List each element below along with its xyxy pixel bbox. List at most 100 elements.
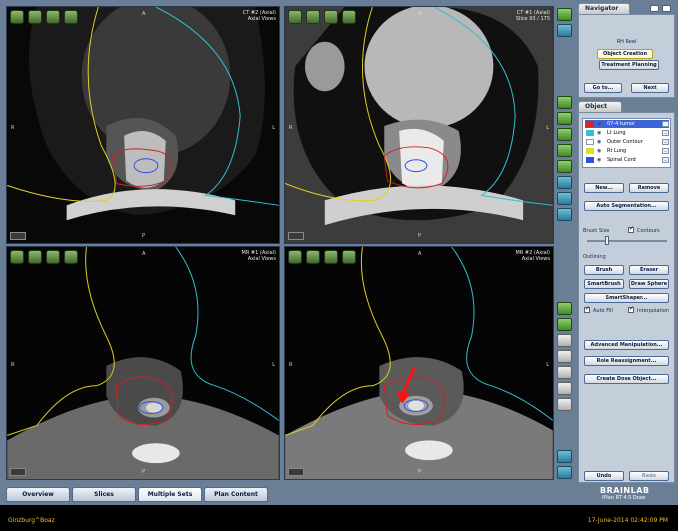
navigator-panel: RH Reel Object Creation Treatment Planni… — [578, 14, 675, 98]
auto-fill-label: Auto Fill — [593, 308, 613, 314]
orientation-anterior: A — [142, 11, 146, 17]
object-item[interactable]: ◉ Rt Lung … — [585, 147, 669, 155]
object-item[interactable]: ◉ Outer Contour … — [585, 138, 669, 146]
object-tab[interactable]: Object — [578, 101, 622, 112]
auto-fill-checkbox[interactable] — [584, 305, 590, 313]
window-level-icon[interactable] — [342, 10, 356, 24]
more-icon[interactable]: … — [662, 139, 669, 145]
zoom-in-icon[interactable] — [557, 192, 572, 205]
viewer-badge-icon[interactable] — [288, 232, 304, 240]
zoom-icon[interactable] — [288, 10, 302, 24]
layers-icon[interactable] — [28, 10, 42, 24]
create-dose-object-button[interactable]: Create Dose Object... — [584, 374, 669, 384]
rotate-contour-icon[interactable] — [557, 144, 572, 157]
zoom-icon[interactable] — [10, 10, 24, 24]
ruler-icon[interactable] — [557, 350, 572, 363]
measure-icon[interactable] — [557, 318, 572, 331]
smartshaper-button[interactable]: SmartShaper... — [584, 293, 669, 303]
screenshot-icon[interactable] — [557, 450, 572, 463]
copy-contour-icon[interactable] — [557, 96, 572, 109]
tab-plan-content[interactable]: Plan Content — [204, 487, 268, 502]
move-contour-icon[interactable] — [557, 128, 572, 141]
advanced-manipulation-button[interactable]: Advanced Manipulation... — [584, 340, 669, 350]
navigator-tab[interactable]: Navigator — [578, 3, 630, 14]
new-object-button[interactable]: New... — [584, 183, 624, 193]
interpolation-checkbox[interactable] — [628, 305, 634, 313]
viewer-badge-icon[interactable] — [288, 468, 304, 476]
histogram-icon[interactable] — [324, 250, 338, 264]
next-button[interactable]: Next — [631, 83, 669, 93]
tab-slices[interactable]: Slices — [72, 487, 136, 502]
interpolation-label: Interpolation — [637, 308, 669, 314]
histogram-icon[interactable] — [46, 10, 60, 24]
contours-checkbox[interactable] — [628, 225, 634, 233]
more-icon[interactable]: … — [662, 157, 669, 163]
hand-icon[interactable] — [557, 176, 572, 189]
treatment-planning-step[interactable]: Treatment Planning — [599, 60, 659, 70]
print-icon[interactable] — [557, 466, 572, 479]
eye-icon[interactable]: ◉ — [597, 129, 601, 137]
window-level-icon[interactable] — [64, 10, 78, 24]
smartbrush-button[interactable]: SmartBrush — [584, 279, 624, 289]
orientation-posterior: P — [418, 469, 422, 475]
more-icon[interactable]: … — [662, 130, 669, 136]
orientation-anterior: A — [142, 251, 146, 257]
tab-multiple-sets[interactable]: Multiple Sets — [138, 487, 202, 502]
annotation-icon[interactable] — [557, 334, 572, 347]
object-item[interactable]: ◉ Lt Lung … — [585, 129, 669, 137]
histogram-icon[interactable] — [46, 250, 60, 264]
eraser-button[interactable]: Eraser — [629, 265, 669, 275]
object-creation-step[interactable]: Object Creation — [597, 49, 653, 59]
settings-icon[interactable] — [662, 5, 671, 12]
draw-sphere-button[interactable]: Draw Sphere — [629, 279, 669, 289]
layout-icon[interactable] — [557, 8, 572, 21]
auto-segmentation-button[interactable]: Auto Segmentation... — [584, 201, 669, 211]
object-name: Outer Contour — [607, 139, 643, 145]
ct-axial-viewer-1[interactable]: CT #2 (Axial) Axial Views A R L P — [6, 6, 280, 244]
minimize-icon[interactable] — [650, 5, 659, 12]
zoom-icon[interactable] — [557, 398, 572, 411]
mirror-contour-icon[interactable] — [557, 160, 572, 173]
layers-icon[interactable] — [306, 250, 320, 264]
viewer-view-label: Axial Views — [247, 16, 276, 22]
paste-contour-icon[interactable] — [557, 112, 572, 125]
ct-axial-viewer-2[interactable]: CT #1 (Axial) Slice 93 / 175 A R L P — [284, 6, 554, 244]
viewer-toolbar — [10, 250, 78, 264]
viewer-badge-icon[interactable] — [10, 232, 26, 240]
viewer-badge-icon[interactable] — [10, 468, 26, 476]
undo-button[interactable]: Undo — [584, 471, 624, 481]
profile-icon[interactable] — [557, 382, 572, 395]
remove-object-button[interactable]: Remove — [629, 183, 669, 193]
object-item[interactable]: ◉ 07-4 tumor … — [585, 120, 669, 128]
mr-axial-viewer-2[interactable]: MR #2 (Axial) Axial Views A R L P — [284, 246, 554, 480]
brush-size-slider-handle[interactable] — [605, 236, 609, 245]
brush-button[interactable]: Brush — [584, 265, 624, 275]
settings-icon[interactable] — [557, 24, 572, 37]
window-level-icon[interactable] — [64, 250, 78, 264]
more-icon[interactable]: … — [662, 121, 669, 127]
tab-overview[interactable]: Overview — [6, 487, 70, 502]
layers-icon[interactable] — [28, 250, 42, 264]
eye-icon[interactable]: ◉ — [597, 138, 601, 146]
object-item[interactable]: ◉ Spinal Cord … — [585, 156, 669, 164]
application-window: CT #2 (Axial) Axial Views A R L P CT #1 … — [0, 0, 678, 531]
zoom-icon[interactable] — [288, 250, 302, 264]
role-reassignment-button[interactable]: Role Reassignment... — [584, 356, 669, 366]
viewer-toolbar — [288, 250, 356, 264]
angle-icon[interactable] — [557, 366, 572, 379]
go-to-button[interactable]: Go to... — [584, 83, 622, 93]
eye-icon[interactable]: ◉ — [597, 147, 601, 155]
histogram-icon[interactable] — [324, 10, 338, 24]
eye-icon[interactable]: ◉ — [597, 156, 601, 164]
orientation-right: R — [289, 125, 293, 131]
mr-axial-viewer-1[interactable]: MR #1 (Axial) Axial Views A R L P — [6, 246, 280, 480]
add-point-icon[interactable] — [557, 302, 572, 315]
object-name: Rt Lung — [607, 148, 627, 154]
zoom-icon[interactable] — [10, 250, 24, 264]
eye-icon[interactable]: ◉ — [597, 120, 601, 128]
brush-size-slider[interactable] — [587, 240, 667, 242]
layers-icon[interactable] — [306, 10, 320, 24]
zoom-out-icon[interactable] — [557, 208, 572, 221]
more-icon[interactable]: … — [662, 148, 669, 154]
window-level-icon[interactable] — [342, 250, 356, 264]
